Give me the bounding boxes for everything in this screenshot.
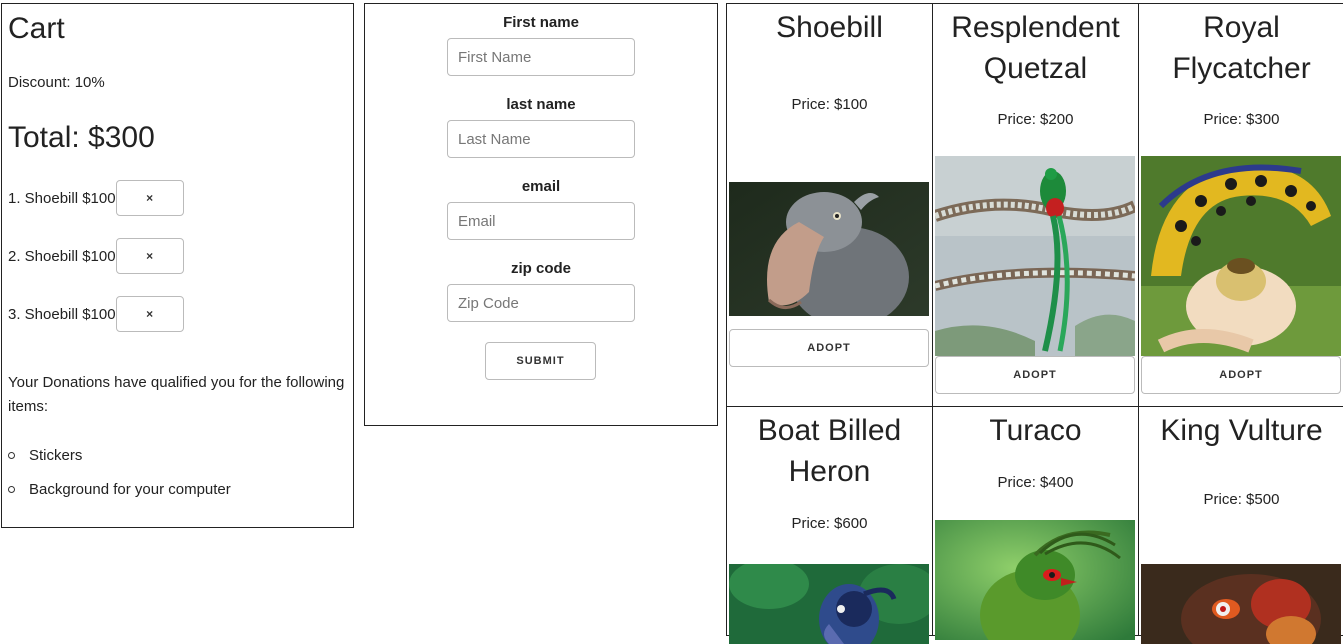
cart-panel: Cart Discount: 10% Total: $300 1. Shoebi… (1, 3, 354, 528)
bird-price: Price: $200 (997, 111, 1074, 128)
bird-card-turaco: Turaco Price: $400 (932, 406, 1139, 640)
last-name-input[interactable] (447, 120, 635, 158)
bird-card-boat-billed-heron: Boat Billed Heron Price: $600 (726, 406, 933, 644)
vulture-image (1141, 564, 1341, 644)
cart-item: 1. Shoebill $100 × (8, 180, 184, 216)
reward-item: Background for your computer (8, 479, 231, 513)
bird-name: Boat Billed Heron (757, 414, 902, 488)
cart-title: Cart (8, 12, 65, 45)
first-name-label: First name (503, 14, 579, 31)
adopt-button[interactable]: ADOPT (935, 356, 1135, 394)
close-icon: × (146, 307, 154, 321)
flycatcher-image (1141, 156, 1341, 356)
bird-card-shoebill: Shoebill Price: $100 ADOPT (726, 3, 933, 407)
last-name-label: last name (506, 96, 576, 113)
zip-code-label: zip code (510, 260, 571, 277)
cart-item: 3. Shoebill $100 × (8, 296, 184, 332)
cart-item-label: 3. Shoebill $100 (8, 305, 116, 323)
bird-price: Price: $500 (1203, 491, 1280, 508)
quetzal-image (935, 156, 1135, 356)
turaco-image (935, 520, 1135, 640)
bird-name: Shoebill (776, 11, 883, 44)
rewards-list: Stickers Background for your computer (8, 445, 231, 513)
submit-button[interactable]: SUBMIT (485, 342, 596, 380)
bird-price: Price: $600 (791, 515, 868, 532)
remove-item-button[interactable]: × (115, 180, 184, 216)
zip-code-input[interactable] (447, 284, 635, 322)
adopt-button[interactable]: ADOPT (729, 329, 929, 367)
cart-total: Total: $300 (8, 121, 155, 154)
close-icon: × (146, 191, 154, 205)
bird-price: Price: $400 (997, 474, 1074, 491)
bird-name: Royal Flycatcher (1172, 11, 1311, 85)
bird-price: Price: $300 (1203, 111, 1280, 128)
cart-item: 2. Shoebill $100 × (8, 238, 184, 274)
bird-name: King Vulture (1160, 414, 1323, 447)
cart-item-label: 2. Shoebill $100 (8, 247, 116, 265)
bird-name: Turaco (989, 414, 1082, 447)
adopt-button[interactable]: ADOPT (1141, 356, 1341, 394)
remove-item-button[interactable]: × (115, 296, 184, 332)
close-icon: × (146, 249, 154, 263)
discount-text: Discount: 10% (8, 74, 105, 91)
qualify-text: Your Donations have qualified you for th… (8, 374, 345, 415)
email-input[interactable] (447, 202, 635, 240)
donor-form: First name last name email zip code SUBM… (364, 3, 718, 426)
bird-price: Price: $100 (791, 96, 868, 113)
cart-item-label: 1. Shoebill $100 (8, 189, 116, 207)
bird-card-resplendent-quetzal: Resplendent Quetzal Price: $200 ADOPT (932, 3, 1139, 407)
bird-card-king-vulture: King Vulture Price: $500 (1138, 406, 1343, 644)
reward-item: Stickers (8, 445, 231, 479)
email-label: email (521, 178, 561, 195)
shoebill-image (729, 182, 929, 316)
remove-item-button[interactable]: × (115, 238, 184, 274)
first-name-input[interactable] (447, 38, 635, 76)
bird-card-royal-flycatcher: Royal Flycatcher Price: $300 ADOPT (1138, 3, 1343, 407)
heron-image (729, 564, 929, 644)
bird-name: Resplendent Quetzal (951, 11, 1120, 85)
